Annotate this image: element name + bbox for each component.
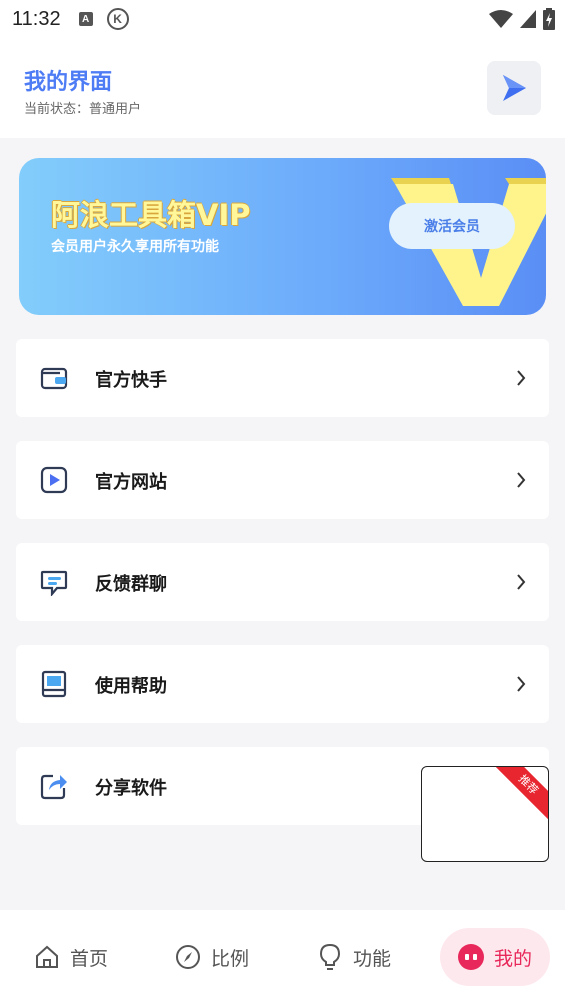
nav-label: 比例 (211, 947, 250, 970)
video-icon (40, 466, 68, 494)
book-icon (41, 670, 67, 698)
wallet-icon (40, 367, 68, 390)
menu-label: 使用帮助 (95, 676, 167, 697)
status-bar: 11:32 A K (0, 0, 565, 38)
share-icon (40, 774, 67, 800)
menu-item-website[interactable]: 官方网站 (16, 441, 549, 519)
nav-functions[interactable]: 功能 (317, 928, 391, 986)
nav-ratio[interactable]: 比例 (175, 928, 249, 986)
nav-mine[interactable]: 我的 (440, 928, 551, 986)
menu-label: 反馈群聊 (95, 574, 167, 595)
menu-label: 官方网站 (95, 472, 167, 493)
bulb-icon (319, 943, 341, 970)
bottom-nav: 首页 比例 功能 我的 (0, 910, 565, 1004)
chevron-right-icon (517, 370, 526, 386)
status-indicators (489, 8, 555, 30)
menu-label: 分享软件 (95, 778, 167, 799)
header: 我的界面 当前状态：普通用户 (0, 38, 565, 138)
page-title: 我的界面 (24, 70, 113, 95)
menu-item-kuaishou[interactable]: 官方快手 (16, 339, 549, 417)
menu-item-feedback-group[interactable]: 反馈群聊 (16, 543, 549, 621)
nav-home[interactable]: 首页 (34, 928, 108, 986)
nav-label: 首页 (70, 947, 109, 970)
menu-label: 官方快手 (95, 370, 167, 391)
status-time: 11:32 (12, 7, 61, 30)
wifi-icon (489, 10, 513, 28)
vip-banner[interactable]: 阿浪工具箱VIP 会员用户永久享用所有功能 激活会员 (19, 158, 546, 315)
face-icon (458, 944, 484, 970)
home-icon (36, 945, 58, 968)
vip-title: 阿浪工具箱VIP (51, 198, 251, 232)
nav-label: 功能 (353, 947, 392, 970)
notification-k-icon: K (106, 8, 129, 30)
battery-icon (543, 8, 555, 30)
play-icon (503, 75, 526, 101)
signal-icon (520, 10, 536, 28)
notification-a-icon: A (78, 12, 93, 26)
play-button[interactable] (487, 61, 541, 115)
chat-icon (40, 570, 68, 596)
user-status: 当前状态：普通用户 (24, 102, 142, 117)
menu-item-help[interactable]: 使用帮助 (16, 645, 549, 723)
recommend-ribbon: 推荐 (492, 767, 548, 821)
activate-vip-button[interactable]: 激活会员 (389, 203, 515, 249)
chevron-right-icon (517, 574, 526, 590)
compass-icon (176, 945, 200, 969)
chevron-right-icon (517, 676, 526, 692)
nav-label: 我的 (494, 947, 533, 970)
chevron-right-icon (517, 472, 526, 488)
vip-subtitle: 会员用户永久享用所有功能 (51, 239, 219, 255)
recommend-card[interactable]: 推荐 (421, 766, 549, 862)
